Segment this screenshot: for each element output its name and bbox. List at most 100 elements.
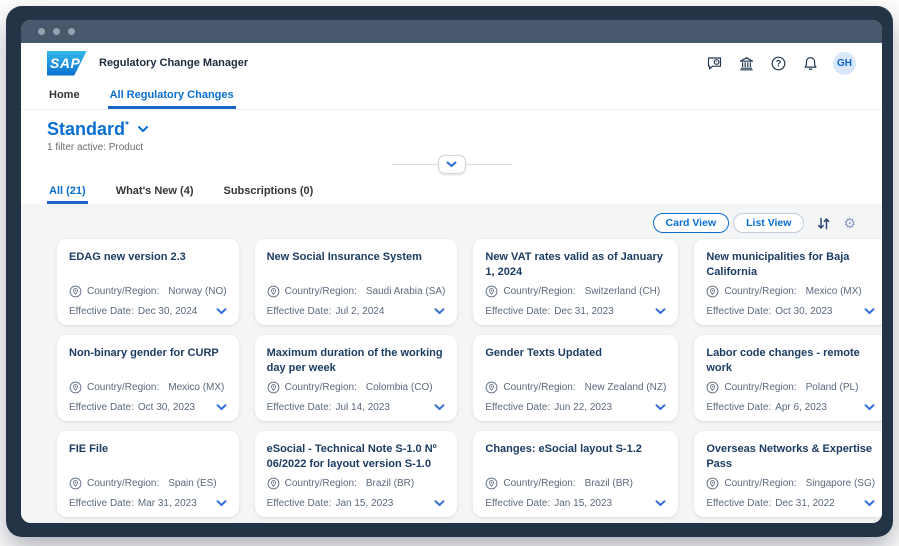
card-title: eSocial - Technical Note S-1.0 Nº 06/202… [267,442,446,472]
effective-date-row: Effective Date: Apr 6, 2023 [706,402,875,413]
effective-date-label: Effective Date: [69,498,134,509]
modified-asterisk: * [125,120,129,131]
expand-card-chevron-icon[interactable] [434,500,445,507]
country-row: Country/Region: Norway (NO) [69,285,227,298]
expand-card-chevron-icon[interactable] [864,404,875,411]
window-control-dot[interactable] [38,28,45,35]
card-title: New VAT rates valid as of January 1, 202… [485,250,666,280]
card-meta: Country/Region: Poland (PL) Effective Da… [706,381,875,413]
location-pin-icon [267,381,280,394]
expand-card-chevron-icon[interactable] [434,308,445,315]
regulatory-change-card[interactable]: Gender Texts Updated Country/Region: New… [473,335,678,421]
notifications-icon[interactable] [801,54,819,72]
card-grid: EDAG new version 2.3 Country/Region: Nor… [57,239,846,517]
sap-logo: SAP [47,51,87,76]
effective-date-value: Mar 31, 2023 [138,498,197,509]
location-pin-icon [485,477,498,490]
country-value: Spain (ES) [168,478,216,489]
expand-card-chevron-icon[interactable] [864,500,875,507]
card-meta: Country/Region: Singapore (SG) Effective… [706,477,875,509]
effective-date-row: Effective Date: Mar 31, 2023 [69,498,227,509]
country-row: Country/Region: Colombia (CO) [267,381,446,394]
location-pin-icon [706,381,719,394]
expand-card-chevron-icon[interactable] [434,404,445,411]
expand-card-chevron-icon[interactable] [864,308,875,315]
regulatory-change-card[interactable]: New municipalities for Baja California C… [694,239,882,325]
regulatory-change-card[interactable]: FIE File Country/Region: Spain (ES) Effe… [57,431,239,517]
card-title: EDAG new version 2.3 [69,250,227,265]
window-control-dot[interactable] [68,28,75,35]
active-filter-info: 1 filter active: Product [47,142,856,153]
card-meta: Country/Region: Mexico (MX) Effective Da… [69,381,227,413]
expand-card-chevron-icon[interactable] [216,308,227,315]
regulatory-change-card[interactable]: Changes: eSocial layout S-1.2 Country/Re… [473,431,678,517]
tab-whats-new[interactable]: What's New (4) [114,179,196,204]
country-value: Mexico (MX) [168,382,224,393]
app-window: SAP Regulatory Change Manager [21,20,882,523]
regulatory-change-card[interactable]: Non-binary gender for CURP Country/Regio… [57,335,239,421]
effective-date-label: Effective Date: [706,498,771,509]
expand-card-chevron-icon[interactable] [216,500,227,507]
regulatory-change-card[interactable]: New Social Insurance System Country/Regi… [255,239,458,325]
content-area: Card View List View ⚙ EDAG new version 2 [21,204,882,523]
regulatory-change-card[interactable]: New VAT rates valid as of January 1, 202… [473,239,678,325]
location-pin-icon [267,477,280,490]
effective-date-label: Effective Date: [267,402,332,413]
view-header: Standard* 1 filter active: Product [21,110,882,153]
effective-date-value: Dec 30, 2024 [138,306,198,317]
effective-date-label: Effective Date: [267,498,332,509]
divider [392,164,437,165]
card-title: FIE File [69,442,227,457]
avatar[interactable]: GH [833,52,856,75]
location-pin-icon [69,381,82,394]
view-title-chevron-icon[interactable] [137,120,149,138]
regulatory-change-card[interactable]: Maximum duration of the working day per … [255,335,458,421]
card-title: Maximum duration of the working day per … [267,346,446,376]
app-header: SAP Regulatory Change Manager [21,43,882,83]
card-title: Overseas Networks & Expertise Pass [706,442,875,472]
window-titlebar [21,20,882,43]
regulatory-change-card[interactable]: eSocial - Technical Note S-1.0 Nº 06/202… [255,431,458,517]
country-row: Country/Region: Mexico (MX) [706,285,875,298]
location-pin-icon [267,285,280,298]
effective-date-label: Effective Date: [485,306,550,317]
settings-gear-icon[interactable]: ⚙ [843,216,856,230]
expand-card-chevron-icon[interactable] [655,404,666,411]
view-title: Standard* [47,120,129,138]
card-title: Non-binary gender for CURP [69,346,227,361]
effective-date-row: Effective Date: Dec 31, 2022 [706,498,875,509]
effective-date-row: Effective Date: Oct 30, 2023 [69,402,227,413]
window-frame: SAP Regulatory Change Manager [6,6,893,537]
window-control-dot[interactable] [53,28,60,35]
expand-card-chevron-icon[interactable] [655,308,666,315]
government-building-icon[interactable] [737,54,755,72]
nav-item-home[interactable]: Home [47,83,82,109]
effective-date-value: Jun 22, 2023 [554,402,612,413]
app-title: Regulatory Change Manager [99,57,248,69]
card-meta: Country/Region: Switzerland (CH) Effecti… [485,285,666,317]
sort-icon[interactable] [816,216,831,231]
list-view-button[interactable]: List View [733,213,804,233]
help-icon[interactable]: ? [769,54,787,72]
effective-date-label: Effective Date: [69,306,134,317]
effective-date-label: Effective Date: [485,402,550,413]
divider [467,164,512,165]
card-meta: Country/Region: Colombia (CO) Effective … [267,381,446,413]
effective-date-value: Oct 30, 2023 [775,306,832,317]
location-pin-icon [485,381,498,394]
effective-date-row: Effective Date: Oct 30, 2023 [706,306,875,317]
regulatory-change-card[interactable]: Overseas Networks & Expertise Pass Count… [694,431,882,517]
card-title: New Social Insurance System [267,250,446,265]
collapse-header-button[interactable] [438,155,466,174]
nav-item-all-regulatory-changes[interactable]: All Regulatory Changes [108,83,236,109]
feedback-icon[interactable] [705,54,723,72]
expand-card-chevron-icon[interactable] [216,404,227,411]
view-title-row[interactable]: Standard* [47,120,856,138]
country-label: Country/Region: [87,382,159,393]
expand-card-chevron-icon[interactable] [655,500,666,507]
card-view-button[interactable]: Card View [653,213,730,233]
regulatory-change-card[interactable]: EDAG new version 2.3 Country/Region: Nor… [57,239,239,325]
regulatory-change-card[interactable]: Labor code changes - remote work Country… [694,335,882,421]
tab-subscriptions[interactable]: Subscriptions (0) [221,179,315,204]
tab-all[interactable]: All (21) [47,179,88,204]
